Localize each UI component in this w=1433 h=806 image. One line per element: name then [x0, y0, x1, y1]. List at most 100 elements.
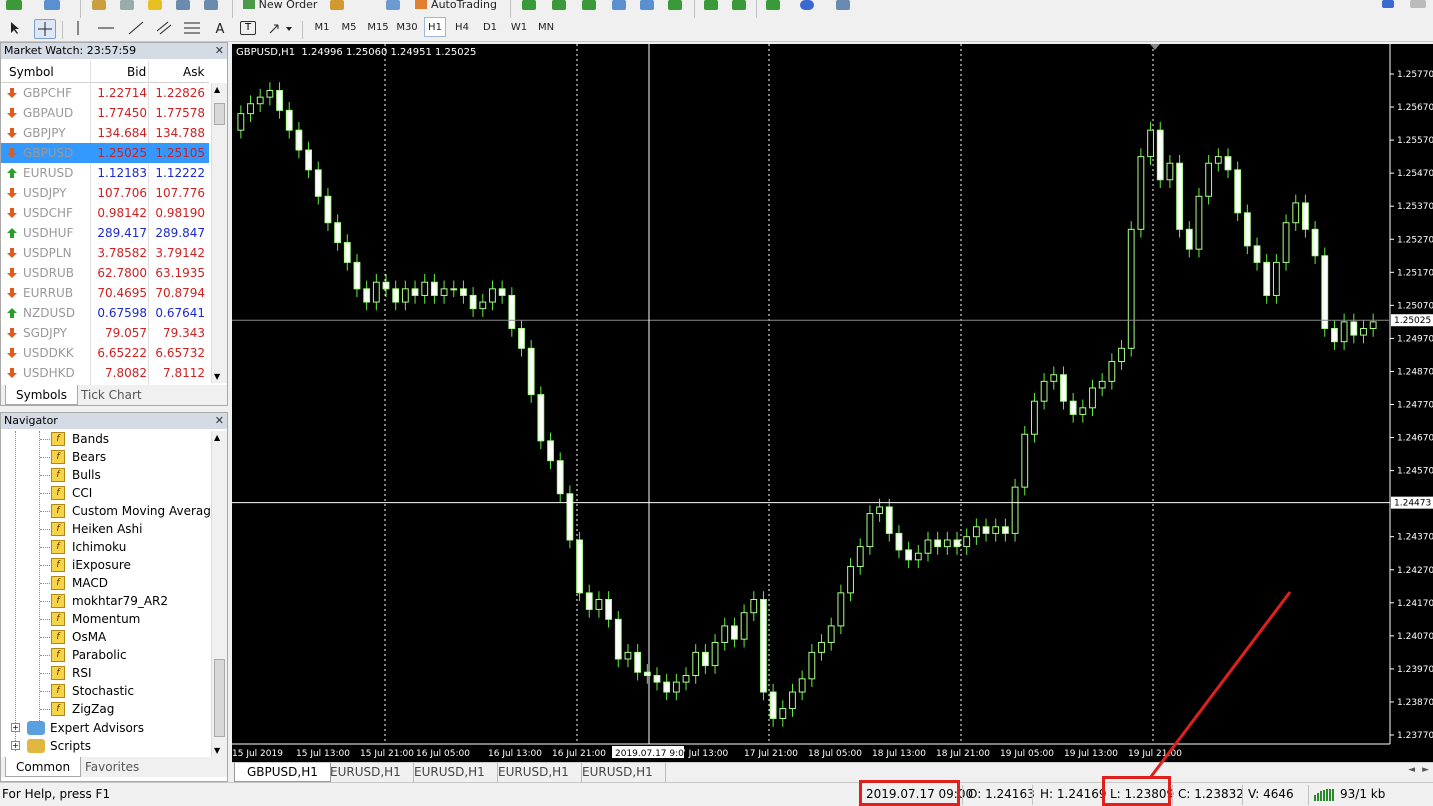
vertical-line-icon[interactable]	[72, 21, 84, 35]
column-symbol[interactable]: Symbol	[9, 65, 54, 79]
timeframe-m30-button[interactable]: M30	[393, 17, 421, 37]
crosshair-drag-icon[interactable]	[120, 0, 134, 10]
search-icon[interactable]	[1382, 0, 1394, 8]
zoom-in-icon[interactable]	[612, 0, 626, 10]
indicator-item[interactable]: f CCI	[1, 484, 209, 502]
candlestick-icon[interactable]	[552, 0, 566, 10]
scroll-thumb[interactable]	[214, 103, 225, 125]
symbol-row[interactable]: EURRUB 70.4695 70.8794	[1, 283, 209, 303]
indicator-item[interactable]: f Custom Moving Averages	[1, 502, 224, 520]
scroll-down-icon[interactable]: ▼	[214, 746, 220, 755]
candlestick-chart[interactable]: 1.25770 1.25670 1.25570 1.25470 1.25370 1.252…	[232, 44, 1433, 762]
timeframe-m5-button[interactable]: M5	[336, 17, 362, 37]
line-chart-icon[interactable]	[582, 0, 596, 10]
chart-tab[interactable]: EURUSD,H1	[318, 763, 414, 782]
tab-common[interactable]: Common	[5, 757, 82, 777]
symbol-row[interactable]: USDRUB 62.7800 63.1935	[1, 263, 209, 283]
new-chart-icon[interactable]	[6, 0, 22, 10]
symbol-row[interactable]: GBPAUD 1.77450 1.77578	[1, 103, 209, 123]
symbol-row[interactable]: USDHKD 7.8082 7.8112	[1, 363, 209, 383]
window-icon[interactable]	[176, 0, 190, 10]
chart-shift-icon[interactable]	[732, 0, 746, 10]
text-label-icon[interactable]: T	[240, 21, 256, 35]
metaeditor-icon[interactable]	[330, 0, 344, 10]
indicator-item[interactable]: f Heiken Ashi	[1, 520, 209, 538]
indicator-item[interactable]: f Momentum	[1, 610, 209, 628]
timeframe-mn-button[interactable]: MN	[534, 17, 558, 37]
chart-tab[interactable]: EURUSD,H1	[402, 763, 498, 782]
bar-chart-icon[interactable]	[522, 0, 536, 10]
tree-item-expert-advisors[interactable]: + Expert Advisors	[1, 719, 209, 737]
tile-windows-icon[interactable]	[668, 0, 682, 10]
channel-icon[interactable]	[156, 21, 172, 35]
indicator-item[interactable]: f Bands	[1, 430, 209, 448]
templates-icon[interactable]	[836, 0, 850, 10]
expand-icon[interactable]: +	[11, 723, 20, 732]
timeframe-d1-button[interactable]: D1	[478, 17, 502, 37]
autoscroll-icon[interactable]	[704, 0, 718, 10]
symbol-row[interactable]: GBPCHF 1.22714 1.22826	[1, 83, 209, 103]
tab-symbols[interactable]: Symbols	[5, 385, 78, 405]
tab-favorites[interactable]: Favorites	[75, 757, 149, 777]
zoom-out-icon[interactable]	[640, 0, 654, 10]
scroll-up-icon[interactable]: ▲	[214, 85, 220, 94]
indicator-item[interactable]: f Stochastic	[1, 682, 209, 700]
signals-icon[interactable]	[386, 0, 400, 10]
symbol-row[interactable]: GBPJPY 134.684 134.788	[1, 123, 209, 143]
chart-tab[interactable]: GBPUSD,H1	[234, 763, 331, 782]
arrows-dropdown-icon[interactable]	[268, 21, 294, 35]
price-chart[interactable]: 1.25770 1.25670 1.25570 1.25470 1.25370 1.252…	[232, 44, 1433, 762]
timeframe-h4-button[interactable]: H4	[450, 17, 474, 37]
scroll-up-icon[interactable]: ▲	[214, 433, 220, 442]
navigator-icon[interactable]	[92, 0, 106, 10]
indicator-item[interactable]: f Parabolic	[1, 646, 209, 664]
trendline-icon[interactable]	[128, 21, 144, 35]
text-tool-button[interactable]: A	[212, 19, 228, 39]
periods-icon[interactable]	[800, 0, 814, 10]
indicator-item[interactable]: f ZigZag	[1, 700, 209, 718]
indicator-item[interactable]: f Bears	[1, 448, 209, 466]
indicator-item[interactable]: f iExposure	[1, 556, 209, 574]
new-order-button[interactable]: New Order	[240, 0, 320, 14]
cursor-icon[interactable]	[10, 21, 22, 35]
indicator-item[interactable]: f OsMA	[1, 628, 209, 646]
symbol-row[interactable]: GBPUSD 1.25025 1.25105	[1, 143, 209, 163]
timeframe-m15-button[interactable]: M15	[364, 17, 392, 37]
timeframe-h1-button[interactable]: H1	[424, 17, 446, 37]
indicators-icon[interactable]	[766, 0, 780, 10]
timeframe-w1-button[interactable]: W1	[506, 17, 532, 37]
expand-icon[interactable]: +	[11, 741, 20, 750]
symbol-row[interactable]: USDCHF 0.98142 0.98190	[1, 203, 209, 223]
tree-item-scripts[interactable]: + Scripts	[1, 737, 209, 755]
close-icon[interactable]: ✕	[215, 43, 224, 58]
timeframe-m1-button[interactable]: M1	[310, 17, 334, 37]
symbol-row[interactable]: USDJPY 107.706 107.776	[1, 183, 209, 203]
chat-icon[interactable]	[1410, 0, 1426, 8]
chart-tab[interactable]: EURUSD,H1	[486, 763, 582, 782]
autotrading-button[interactable]: AutoTrading	[408, 0, 504, 14]
symbol-row[interactable]: USDDKK 6.65222 6.65732	[1, 343, 209, 363]
symbol-row[interactable]: USDPLN 3.78582 3.79142	[1, 243, 209, 263]
terminal-icon[interactable]	[204, 0, 218, 10]
symbol-row[interactable]: EURUSD 1.12183 1.12222	[1, 163, 209, 183]
scroll-left-icon[interactable]: ◄	[1408, 765, 1415, 775]
tab-tick-chart[interactable]: Tick Chart	[71, 385, 152, 405]
navigator-scrollbar[interactable]: ▲ ▼	[211, 431, 227, 757]
scroll-thumb[interactable]	[214, 659, 225, 737]
chart-tab[interactable]: EURUSD,H1	[570, 763, 666, 782]
column-bid[interactable]: Bid	[127, 65, 146, 79]
scroll-down-icon[interactable]: ▼	[214, 372, 220, 381]
symbol-row[interactable]: USDHUF 289.417 289.847	[1, 223, 209, 243]
indicator-item[interactable]: f MACD	[1, 574, 209, 592]
fibonacci-icon[interactable]	[184, 21, 200, 35]
indicator-item[interactable]: f Ichimoku	[1, 538, 209, 556]
indicator-item[interactable]: f Bulls	[1, 466, 209, 484]
symbol-row[interactable]: SGDJPY 79.057 79.343	[1, 323, 209, 343]
market-watch-scrollbar[interactable]: ▲ ▼	[211, 83, 227, 383]
symbol-row[interactable]: NZDUSD 0.67598 0.67641	[1, 303, 209, 323]
close-icon[interactable]: ✕	[215, 413, 224, 428]
crosshair-icon[interactable]	[34, 19, 56, 39]
indicator-item[interactable]: f mokhtar79_AR2	[1, 592, 209, 610]
column-ask[interactable]: Ask	[183, 65, 204, 79]
scroll-right-icon[interactable]: ►	[1422, 765, 1429, 775]
